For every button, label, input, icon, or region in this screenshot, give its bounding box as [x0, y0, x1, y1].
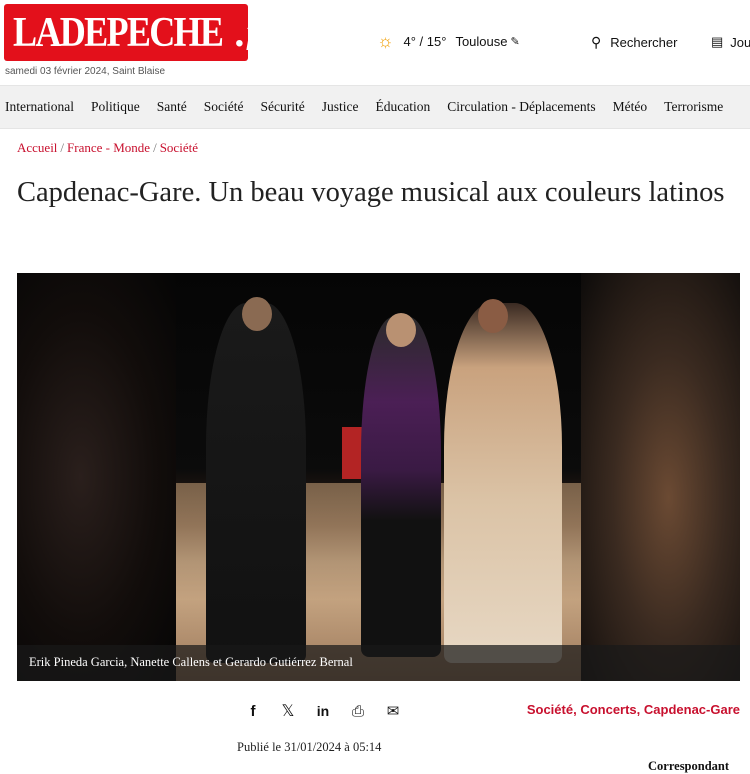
person-silhouette — [444, 303, 562, 663]
main-nav: International Politique Santé Société Sé… — [0, 85, 750, 129]
breadcrumb: Accueil / France - Monde / Société — [17, 140, 198, 156]
nav-item-societe[interactable]: Société — [204, 99, 244, 115]
tag-separator: , — [636, 702, 644, 717]
nav-item-securite[interactable]: Sécurité — [261, 99, 305, 115]
nav-item-circulation[interactable]: Circulation - Déplacements — [447, 99, 595, 115]
nav-item-sante[interactable]: Santé — [157, 99, 187, 115]
search-label: Rechercher — [610, 35, 678, 50]
weather-city: Toulouse — [455, 33, 508, 49]
person-silhouette — [361, 317, 441, 657]
search-button[interactable]: ⚲ Rechercher — [591, 34, 677, 51]
tag-link[interactable]: Capdenac-Gare — [644, 702, 740, 717]
breadcrumb-item[interactable]: Accueil — [17, 140, 57, 155]
newspaper-icon: ▤ — [711, 34, 724, 49]
breadcrumb-separator: / — [153, 140, 157, 155]
article-title: Capdenac-Gare. Un beau voyage musical au… — [17, 177, 725, 208]
nav-item-education[interactable]: Éducation — [375, 99, 430, 115]
logo-text: LADEPECHE — [13, 9, 224, 56]
pencil-icon[interactable]: ✎ — [510, 35, 519, 48]
breadcrumb-item[interactable]: Société — [160, 140, 198, 155]
author-label: Correspondant — [648, 759, 730, 773]
nav-item-terrorisme[interactable]: Terrorisme — [664, 99, 723, 115]
tag-link[interactable]: Concerts — [580, 702, 636, 717]
site-logo[interactable]: LADEPECHE . fr — [4, 4, 271, 61]
weather-temps: 4° / 15° — [403, 33, 447, 49]
search-icon: ⚲ — [591, 34, 602, 50]
person-head — [478, 299, 508, 333]
nav-item-politique[interactable]: Politique — [91, 99, 140, 115]
journal-label: Journal — [730, 34, 750, 50]
print-icon[interactable]: ⎙ — [350, 703, 366, 720]
logo-dot: . — [234, 10, 245, 55]
x-icon[interactable]: 𝕏 — [280, 701, 296, 721]
article-tags: Société, Concerts, Capdenac-Gare — [527, 702, 740, 717]
journal-button[interactable]: ▤ Journal — [711, 34, 750, 50]
email-icon[interactable]: ✉ — [385, 702, 401, 720]
photo-blur-left — [17, 273, 176, 681]
person-head — [386, 313, 416, 347]
nav-item-international[interactable]: International — [5, 99, 74, 115]
publish-date: Publié le 31/01/2024 à 05:14 — [237, 740, 382, 754]
logo-tld: fr — [246, 13, 271, 51]
sun-icon: ☼ — [377, 31, 394, 51]
tag-link[interactable]: Société — [527, 702, 573, 717]
date-line: samedi 03 février 2024, Saint Blaise — [5, 66, 166, 77]
photo-caption: Erik Pineda Garcia, Nanette Callens et G… — [29, 655, 353, 669]
photo-blur-right — [581, 273, 740, 681]
person-silhouette — [206, 303, 306, 663]
linkedin-icon[interactable]: in — [315, 703, 331, 719]
photo-stage — [176, 273, 581, 681]
nav-item-justice[interactable]: Justice — [322, 99, 359, 115]
breadcrumb-item[interactable]: France - Monde — [67, 140, 150, 155]
nav-item-meteo[interactable]: Météo — [613, 99, 648, 115]
person-head — [242, 297, 272, 331]
share-bar: f 𝕏 in ⎙ ✉ — [245, 701, 401, 721]
article-photo[interactable]: Erik Pineda Garcia, Nanette Callens et G… — [17, 273, 740, 681]
breadcrumb-separator: / — [60, 140, 65, 155]
weather-widget[interactable]: ☼ 4° / 15° Toulouse ✎ — [377, 32, 520, 50]
facebook-icon[interactable]: f — [245, 703, 261, 720]
